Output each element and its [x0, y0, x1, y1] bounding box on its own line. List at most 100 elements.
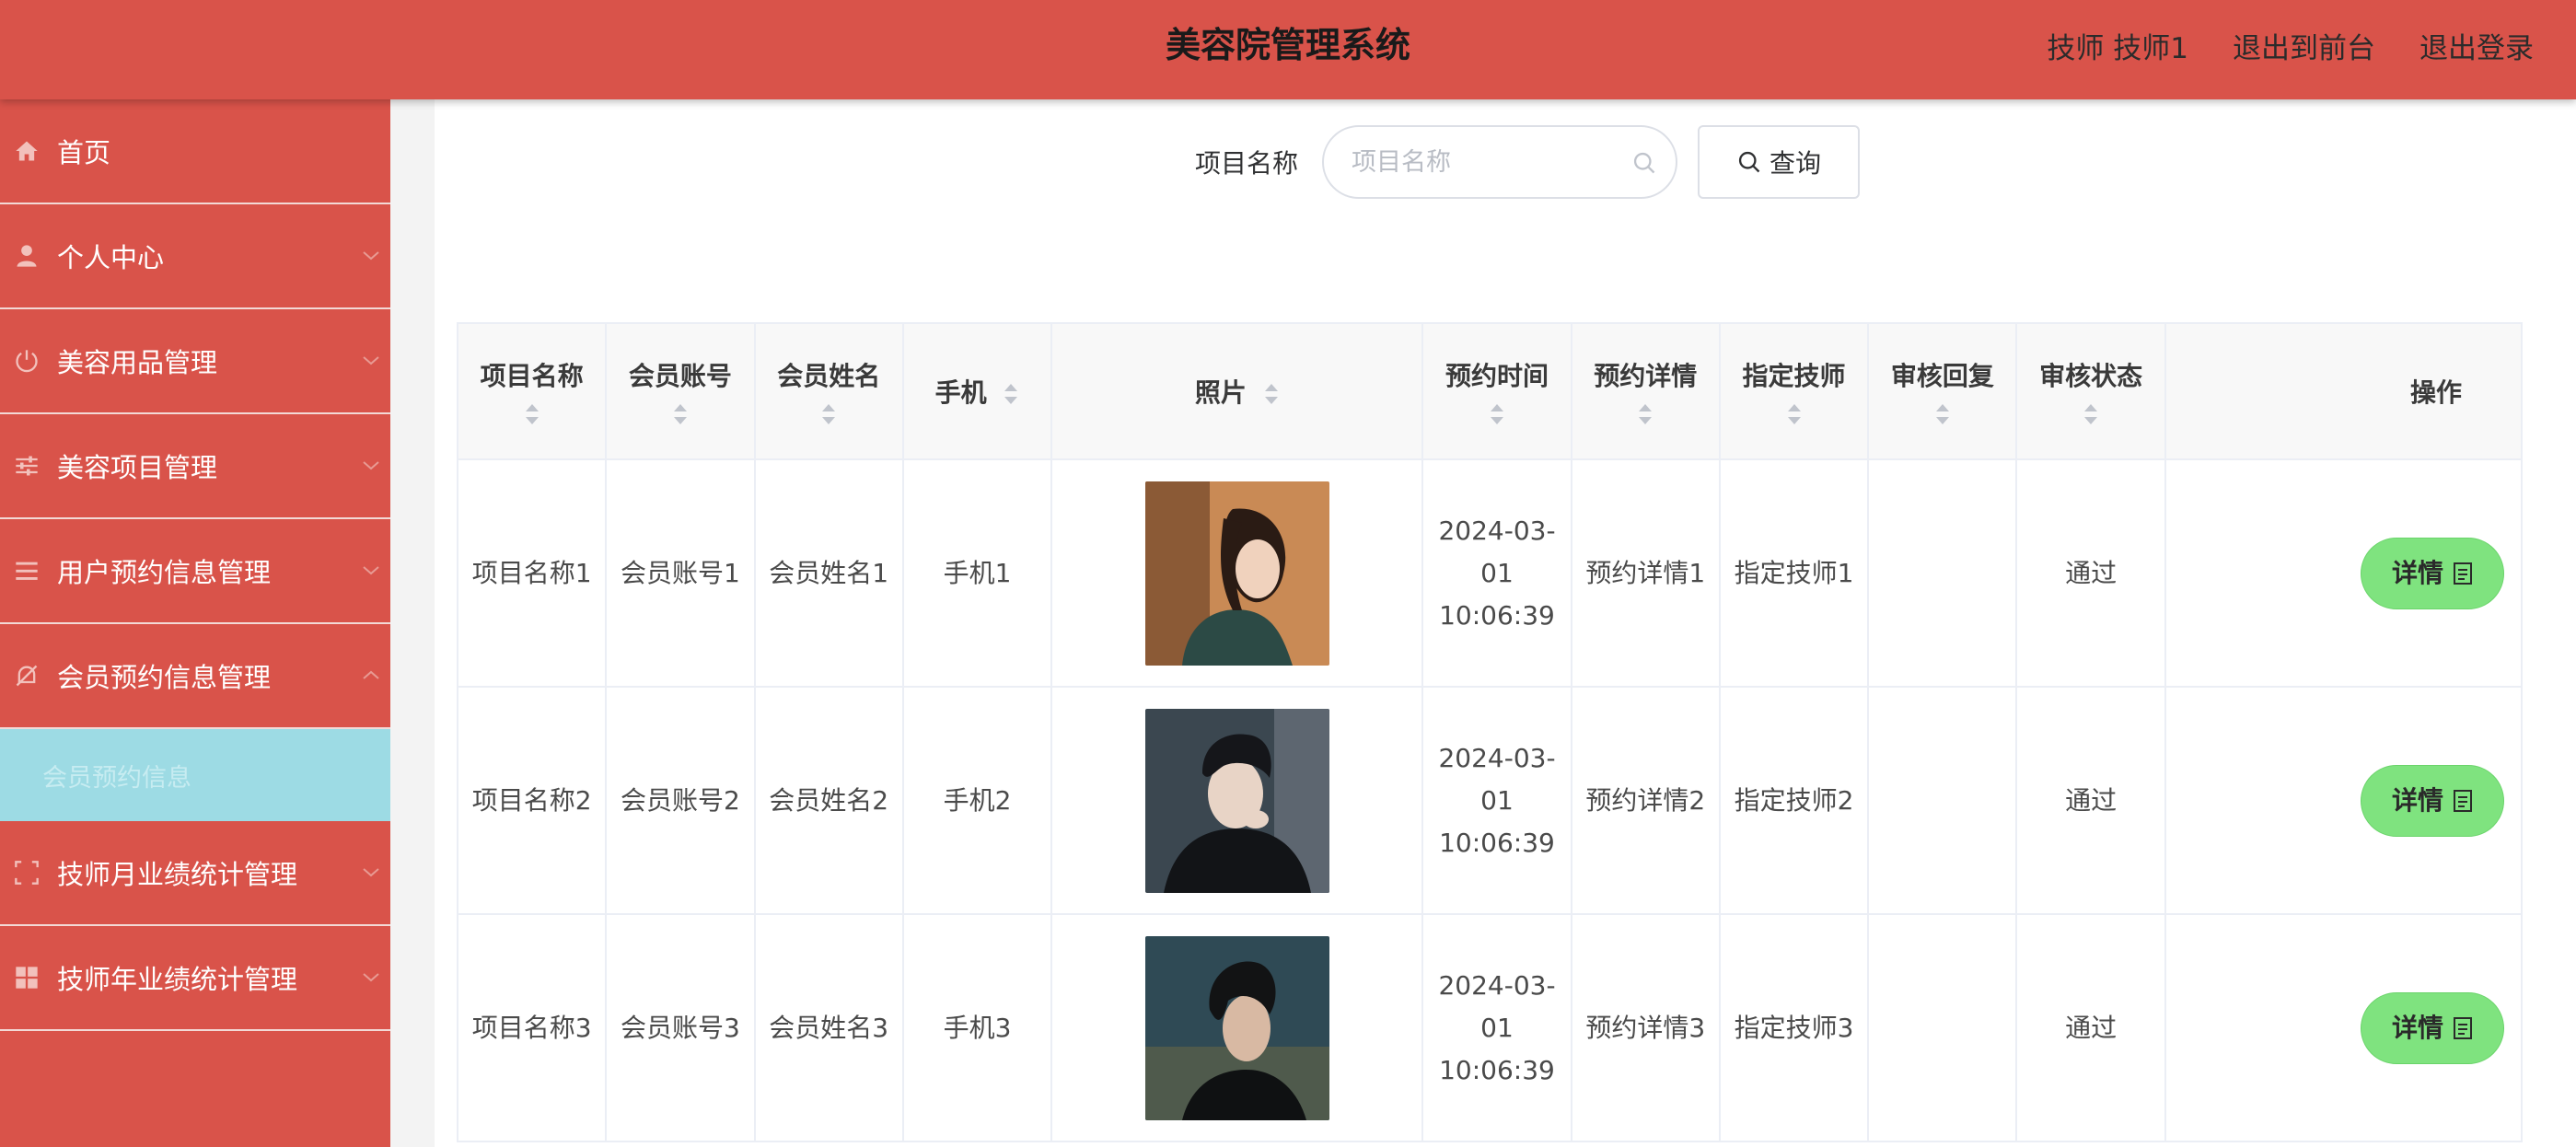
cell-account: 会员账号1 [605, 458, 756, 688]
col-header-details[interactable]: 预约详情 [1570, 322, 1721, 460]
exit-to-front-link[interactable]: 退出到前台 [2233, 25, 2375, 66]
query-button[interactable]: 查询 [1698, 125, 1861, 199]
table-header-row: 项目名称 会员账号 会员姓名 手机 照片 预约时间 预约详情 指定技师 审核回复… [456, 322, 2524, 460]
sort-icon[interactable] [1003, 382, 1019, 406]
member-photo[interactable] [1144, 481, 1329, 666]
main-content: 项目名称 查询 项目名称 [390, 99, 2576, 1147]
col-header-status[interactable]: 审核状态 [2015, 322, 2166, 460]
detail-button-label: 详情 [2391, 1012, 2443, 1043]
cell-technician: 指定技师3 [1718, 913, 1870, 1142]
cell-actions: 详情 [2164, 913, 2524, 1142]
col-header-phone[interactable]: 手机 [901, 322, 1053, 460]
search-bar: 项目名称 查询 [1195, 125, 1861, 199]
sidebar-item-personal-center[interactable]: 个人中心 [0, 204, 390, 309]
column-label: 会员账号 [628, 361, 732, 391]
col-header-time[interactable]: 预约时间 [1421, 322, 1572, 460]
column-label: 指定技师 [1742, 361, 1846, 391]
logout-link[interactable]: 退出登录 [2419, 25, 2534, 66]
sort-icon[interactable] [820, 402, 837, 426]
cell-account: 会员账号3 [605, 913, 756, 1142]
sidebar-item-label: 会员预约信息管理 [57, 662, 272, 693]
col-header-reply[interactable]: 审核回复 [1867, 322, 2018, 460]
sort-icon[interactable] [2083, 402, 2099, 426]
cell-details: 预约详情1 [1570, 458, 1721, 688]
home-icon [13, 137, 41, 165]
sort-icon[interactable] [524, 402, 540, 426]
cell-technician: 指定技师1 [1718, 458, 1870, 688]
sidebar-item-yearly-performance[interactable]: 技师年业绩统计管理 [0, 926, 390, 1031]
sidebar-item-beauty-projects[interactable]: 美容项目管理 [0, 414, 390, 519]
cell-time: 2024-03-01 10:06:39 [1421, 686, 1572, 915]
col-header-photo[interactable]: 照片 [1050, 322, 1424, 460]
top-bar: 美容院管理系统 技师 技师1 退出到前台 退出登录 [0, 0, 2576, 99]
sort-icon[interactable] [1489, 402, 1505, 426]
sidebar-item-label: 用户预约信息管理 [57, 557, 272, 588]
column-label: 审核状态 [2039, 361, 2143, 391]
cell-status: 通过 [2015, 686, 2166, 915]
table-row: 项目名称1 会员账号1 会员姓名1 手机1 2024-03-01 10:06:3… [456, 458, 2524, 688]
sidebar-item-user-appointments[interactable]: 用户预约信息管理 [0, 519, 390, 624]
member-photo[interactable] [1144, 708, 1329, 893]
cell-actions: 详情 [2164, 686, 2524, 915]
cell-time: 2024-03-01 10:06:39 [1421, 458, 1572, 688]
chevron-down-icon [363, 868, 379, 877]
sort-icon[interactable] [672, 402, 689, 426]
detail-button[interactable]: 详情 [2361, 764, 2504, 837]
column-label: 手机 [934, 377, 987, 408]
sliders-icon [13, 452, 41, 480]
column-label: 照片 [1194, 377, 1247, 408]
header-actions: 技师 技师1 退出到前台 退出登录 [2047, 0, 2534, 90]
cell-photo [1050, 458, 1424, 688]
document-icon [2454, 562, 2472, 585]
cell-time: 2024-03-01 10:06:39 [1421, 913, 1572, 1142]
search-input[interactable] [1352, 147, 1647, 177]
sidebar-item-beauty-supplies[interactable]: 美容用品管理 [0, 309, 390, 414]
cell-member-name: 会员姓名3 [753, 913, 904, 1142]
cell-project: 项目名称2 [456, 686, 608, 915]
sidebar-item-monthly-performance[interactable]: 技师月业绩统计管理 [0, 821, 390, 926]
chevron-down-icon [363, 251, 379, 261]
cell-reply [1867, 686, 2018, 915]
column-label: 项目名称 [480, 361, 584, 391]
document-icon [2454, 789, 2472, 812]
sort-icon[interactable] [1934, 402, 1951, 426]
column-label: 会员姓名 [777, 361, 881, 391]
sidebar: 首页 个人中心 美容用品管理 美容项目管理 用户预约信息管理 会员预约信息管理 [0, 99, 390, 1147]
sort-icon[interactable] [1637, 402, 1654, 426]
column-label: 操作 [2409, 377, 2462, 408]
cell-reply [1867, 913, 2018, 1142]
chevron-down-icon [363, 566, 379, 575]
chevron-down-icon [363, 356, 379, 365]
column-label: 审核回复 [1890, 361, 1994, 391]
member-photo[interactable] [1144, 935, 1329, 1120]
bell-off-icon [13, 662, 41, 689]
detail-button[interactable]: 详情 [2361, 991, 2504, 1064]
col-header-project[interactable]: 项目名称 [456, 322, 608, 460]
col-header-technician[interactable]: 指定技师 [1718, 322, 1870, 460]
cell-account: 会员账号2 [605, 686, 756, 915]
list-icon [13, 557, 41, 585]
current-user-label: 技师 技师1 [2047, 31, 2188, 65]
sort-icon[interactable] [1263, 382, 1280, 406]
cell-member-name: 会员姓名1 [753, 458, 904, 688]
grid-icon [13, 964, 41, 991]
sidebar-item-member-appointments[interactable]: 会员预约信息管理 [0, 624, 390, 729]
col-header-account[interactable]: 会员账号 [605, 322, 756, 460]
chevron-up-icon [363, 670, 379, 679]
detail-button-label: 详情 [2391, 557, 2443, 588]
cell-project: 项目名称1 [456, 458, 608, 688]
query-button-label: 查询 [1770, 148, 1822, 179]
col-header-actions: 操作 [2164, 322, 2524, 460]
col-header-member-name[interactable]: 会员姓名 [753, 322, 904, 460]
search-icon [1633, 152, 1655, 174]
sidebar-item-home[interactable]: 首页 [0, 99, 390, 204]
sort-icon[interactable] [1786, 402, 1803, 426]
cell-member-name: 会员姓名2 [753, 686, 904, 915]
detail-button[interactable]: 详情 [2361, 537, 2504, 609]
table-row: 项目名称3 会员账号3 会员姓名3 手机3 2024-03-01 10:06:3… [456, 913, 2524, 1142]
sidebar-subitem-member-appointment-info[interactable]: 会员预约信息 [0, 729, 390, 821]
sidebar-item-label: 技师月业绩统计管理 [57, 859, 298, 890]
chevron-down-icon [363, 461, 379, 470]
cell-actions: 详情 [2164, 458, 2524, 688]
cell-phone: 手机2 [901, 686, 1053, 915]
